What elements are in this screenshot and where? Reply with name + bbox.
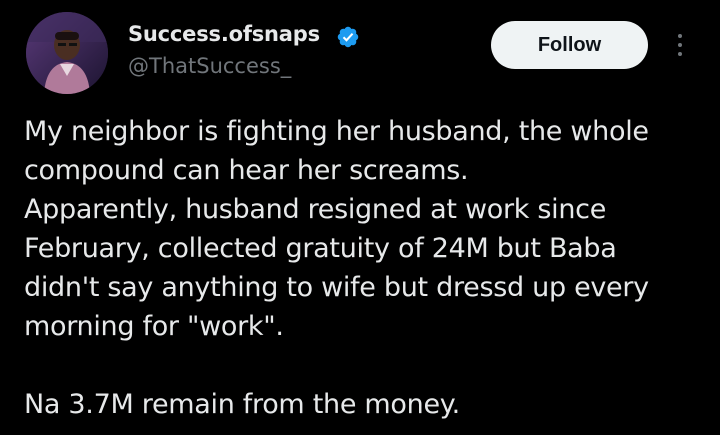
more-dot (678, 52, 682, 56)
author-display-name[interactable]: Success.ofsnaps (128, 22, 320, 46)
verified-badge-icon (337, 26, 359, 48)
tweet-text: My neighbor is fighting her husband, the… (24, 112, 714, 424)
tweet-card: Success.ofsnaps @ThatSuccess_ Follow My … (0, 0, 720, 435)
avatar[interactable] (26, 12, 108, 94)
more-dot (678, 43, 682, 47)
tweet-line: February, collected gratuity of 24M but … (24, 233, 617, 264)
tweet-line: My neighbor is fighting her husband, the… (24, 116, 649, 147)
tweet-line: compound can hear her screams. (24, 155, 469, 186)
follow-button[interactable]: Follow (491, 21, 648, 69)
more-options-icon[interactable] (666, 27, 694, 63)
more-dot (678, 34, 682, 38)
tweet-line: Na 3.7M remain from the money. (24, 389, 460, 420)
tweet-line: morning for "work". (24, 311, 284, 342)
tweet-line: Apparently, husband resigned at work sin… (24, 194, 607, 225)
tweet-line: didn't say anything to wife but dressd u… (24, 272, 649, 303)
author-handle[interactable]: @ThatSuccess_ (128, 54, 291, 78)
avatar-image (26, 12, 108, 94)
